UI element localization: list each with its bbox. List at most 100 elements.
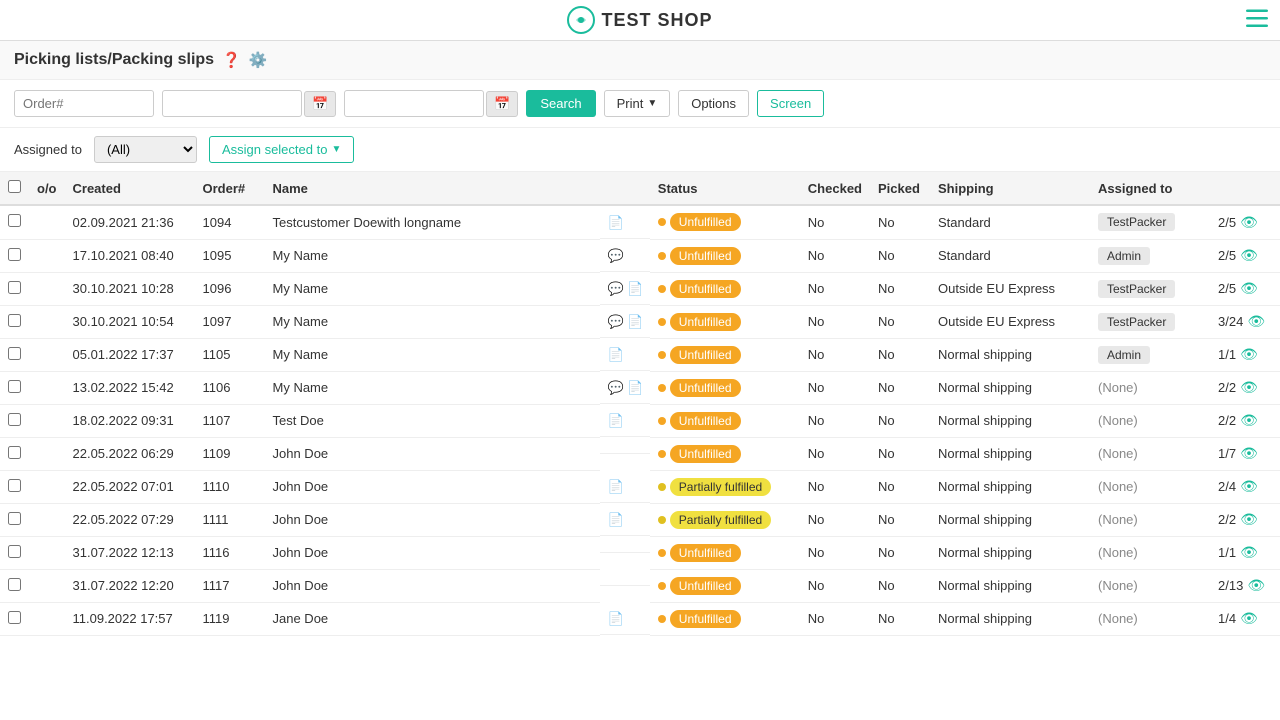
row-status: Unfulfilled	[650, 205, 800, 239]
row-eye-button[interactable]: 👁	[1240, 610, 1258, 627]
date-from-input[interactable]: 10.08.2021	[162, 90, 302, 117]
row-checked: No	[800, 470, 870, 503]
row-created: 13.02.2022 15:42	[65, 371, 195, 404]
assigned-to-select[interactable]: (All) Admin TestPacker	[94, 136, 197, 163]
row-shipping: Normal shipping	[930, 404, 1090, 437]
document-icon[interactable]: 📄	[608, 479, 624, 495]
row-checkbox[interactable]	[8, 413, 21, 426]
message-icon[interactable]: 💬	[608, 248, 624, 264]
row-picked: No	[870, 305, 930, 338]
order-input[interactable]	[14, 90, 154, 117]
row-checkbox-cell	[0, 205, 29, 239]
document-icon[interactable]: 📄	[608, 347, 624, 363]
row-status: Unfulfilled	[650, 437, 800, 470]
row-checkbox[interactable]	[8, 380, 21, 393]
row-oo-cell	[29, 338, 65, 371]
row-eye-button[interactable]: 👁	[1240, 346, 1258, 363]
assigned-none: (None)	[1098, 512, 1138, 527]
row-checkbox[interactable]	[8, 611, 21, 624]
row-checkbox[interactable]	[8, 314, 21, 327]
table-row: 31.07.2022 12:13 1116 John Doe Unfulfill…	[0, 536, 1280, 569]
row-oo-cell	[29, 305, 65, 338]
row-checkbox[interactable]	[8, 479, 21, 492]
row-picked: No	[870, 239, 930, 272]
row-created: 30.10.2021 10:28	[65, 272, 195, 305]
document-icon[interactable]: 📄	[608, 215, 624, 231]
row-created: 22.05.2022 06:29	[65, 437, 195, 470]
row-eye-button[interactable]: 👁	[1247, 313, 1265, 330]
row-icons-cell	[600, 536, 650, 553]
row-eye-button[interactable]: 👁	[1240, 214, 1258, 231]
row-checkbox-cell	[0, 536, 29, 569]
row-shipping: Outside EU Express	[930, 305, 1090, 338]
row-eye-button[interactable]: 👁	[1240, 544, 1258, 561]
status-dot-icon	[658, 483, 666, 491]
row-shipping: Normal shipping	[930, 437, 1090, 470]
orders-table-container: o/o Created Order# Name Status Checked P…	[0, 172, 1280, 636]
assigned-packer-button[interactable]: TestPacker	[1098, 280, 1175, 298]
row-checkbox[interactable]	[8, 347, 21, 360]
row-eye-button[interactable]: 👁	[1247, 577, 1265, 594]
assigned-to-label: Assigned to	[14, 142, 82, 157]
row-checkbox[interactable]	[8, 214, 21, 227]
assigned-packer-button[interactable]: TestPacker	[1098, 213, 1175, 231]
row-checkbox[interactable]	[8, 578, 21, 591]
document-icon[interactable]: 📄	[608, 611, 624, 627]
row-fraction-cell: 2/2 👁	[1210, 371, 1280, 404]
assigned-none: (None)	[1098, 380, 1138, 395]
date-from-calendar-button[interactable]: 📅	[304, 91, 336, 117]
row-checkbox[interactable]	[8, 545, 21, 558]
status-dot-icon	[658, 384, 666, 392]
assign-bar: Assigned to (All) Admin TestPacker Assig…	[0, 128, 1280, 172]
row-checkbox[interactable]	[8, 512, 21, 525]
row-fraction: 1/4	[1218, 611, 1236, 626]
hamburger-button[interactable]	[1246, 10, 1268, 31]
row-eye-button[interactable]: 👁	[1240, 478, 1258, 495]
status-badge: Unfulfilled	[670, 445, 741, 463]
row-eye-button[interactable]: 👁	[1240, 511, 1258, 528]
select-all-checkbox[interactable]	[8, 180, 21, 193]
row-eye-button[interactable]: 👁	[1240, 379, 1258, 396]
screen-button[interactable]: Screen	[757, 90, 824, 117]
row-eye-button[interactable]: 👁	[1240, 247, 1258, 264]
row-eye-button[interactable]: 👁	[1240, 445, 1258, 462]
document-icon[interactable]: 📄	[627, 380, 643, 396]
row-status: Partially fulfilled	[650, 503, 800, 536]
row-assigned: TestPacker	[1090, 205, 1210, 239]
assign-dropdown-icon: ▼	[331, 144, 341, 155]
message-icon[interactable]: 💬	[608, 380, 624, 396]
row-eye-button[interactable]: 👁	[1240, 412, 1258, 429]
document-icon[interactable]: 📄	[608, 512, 624, 528]
message-icon[interactable]: 💬	[608, 314, 624, 330]
message-icon[interactable]: 💬	[608, 281, 624, 297]
settings-button[interactable]: ⚙️	[249, 51, 268, 69]
col-header-checked: Checked	[800, 172, 870, 205]
options-button[interactable]: Options	[678, 90, 749, 117]
row-assigned: (None)	[1090, 536, 1210, 569]
date-to-input[interactable]: 05.10.2022	[344, 90, 484, 117]
row-fraction-cell: 2/5 👁	[1210, 205, 1280, 239]
assigned-packer-button[interactable]: TestPacker	[1098, 313, 1175, 331]
row-checkbox[interactable]	[8, 281, 21, 294]
assigned-packer-button[interactable]: Admin	[1098, 346, 1150, 364]
row-checkbox[interactable]	[8, 248, 21, 261]
col-header-status: Status	[650, 172, 800, 205]
assigned-packer-button[interactable]: Admin	[1098, 247, 1150, 265]
status-badge: Unfulfilled	[670, 379, 741, 397]
document-icon[interactable]: 📄	[627, 281, 643, 297]
assign-selected-button[interactable]: Assign selected to ▼	[209, 136, 354, 163]
row-checkbox[interactable]	[8, 446, 21, 459]
print-button[interactable]: Print ▼	[604, 90, 671, 117]
row-eye-button[interactable]: 👁	[1240, 280, 1258, 297]
document-icon[interactable]: 📄	[608, 413, 624, 429]
row-oo-cell	[29, 272, 65, 305]
search-button[interactable]: Search	[526, 90, 595, 117]
row-assigned: (None)	[1090, 503, 1210, 536]
col-header-shipping: Shipping	[930, 172, 1090, 205]
date-to-calendar-button[interactable]: 📅	[486, 91, 518, 117]
document-icon[interactable]: 📄	[627, 314, 643, 330]
help-button[interactable]: ❓	[222, 51, 241, 69]
row-name: John Doe	[265, 536, 600, 569]
row-name: My Name	[265, 272, 600, 305]
col-header-picked: Picked	[870, 172, 930, 205]
